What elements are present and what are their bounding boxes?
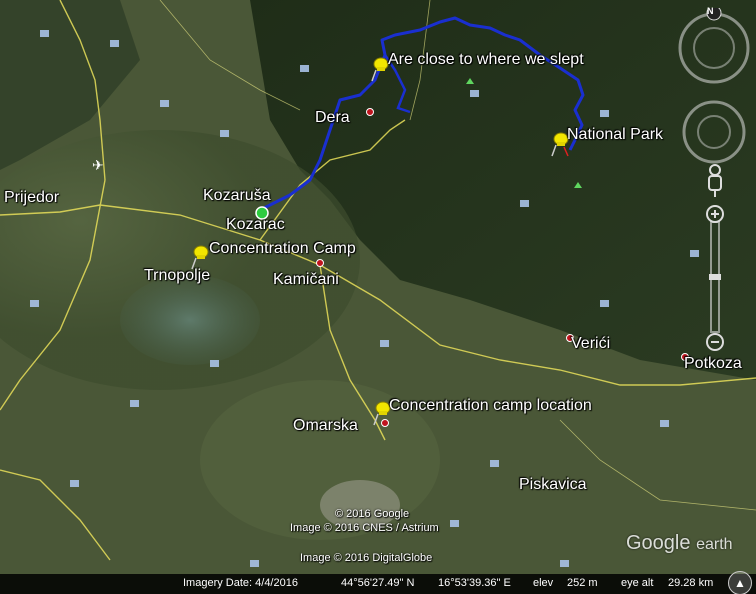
longitude: 16°53'39.36" E: [438, 577, 511, 589]
move-ring[interactable]: [682, 100, 746, 164]
place-label: Kozarac: [226, 216, 285, 233]
imagery-date: Imagery Date: 4/4/2016: [183, 577, 298, 589]
elev-value: 252 m: [567, 577, 598, 589]
credit-digitalglobe: Image © 2016 DigitalGlobe: [300, 552, 433, 564]
eye-alt-value: 29.28 km: [668, 577, 714, 589]
place-label: Kamičani: [273, 271, 339, 288]
place-label: Trnopolje: [144, 267, 211, 284]
street-view-person-icon[interactable]: [704, 164, 726, 198]
svg-text:✈: ✈: [92, 158, 104, 174]
look-joystick-icon[interactable]: [693, 27, 735, 69]
move-joystick-icon[interactable]: [697, 115, 731, 149]
north-indicator[interactable]: N: [707, 6, 714, 16]
place-label: Dera: [315, 109, 350, 126]
credit-google: © 2016 Google: [335, 508, 410, 520]
chevron-up-icon[interactable]: ▲: [728, 571, 752, 594]
status-bar: Imagery Date: 4/4/2016 44°56'27.49" N 16…: [0, 574, 756, 594]
place-label: Piskavica: [519, 476, 587, 493]
look-ring[interactable]: [678, 12, 750, 84]
zoom-slider[interactable]: [700, 204, 730, 354]
navigation-controls: N: [674, 6, 756, 574]
place-label: Prijedor: [4, 189, 60, 206]
satellite-terrain[interactable]: ✈: [0, 0, 756, 594]
nav-ring: [678, 8, 750, 164]
place-label: Omarska: [293, 417, 358, 434]
eye-alt-label: eye alt: [621, 577, 654, 589]
place-label: Verići: [571, 335, 611, 352]
placemark-label-omarska-camp[interactable]: Concentration camp location: [389, 397, 592, 415]
zoom-thumb: [709, 274, 721, 280]
credit-cnes: Image © 2016 CNES / Astrium: [290, 522, 439, 534]
latitude: 44°56'27.49" N: [341, 577, 415, 589]
placemark-label-national-park[interactable]: National Park: [567, 126, 663, 144]
map-view[interactable]: ✈ Are close to where we slept National P…: [0, 0, 756, 594]
elev-label: elev: [533, 577, 554, 589]
place-label: Kozaruša: [203, 187, 271, 204]
placemark-label-concentration-camp[interactable]: Concentration Camp: [209, 240, 356, 258]
placemark-label-slept[interactable]: Are close to where we slept: [388, 51, 584, 69]
